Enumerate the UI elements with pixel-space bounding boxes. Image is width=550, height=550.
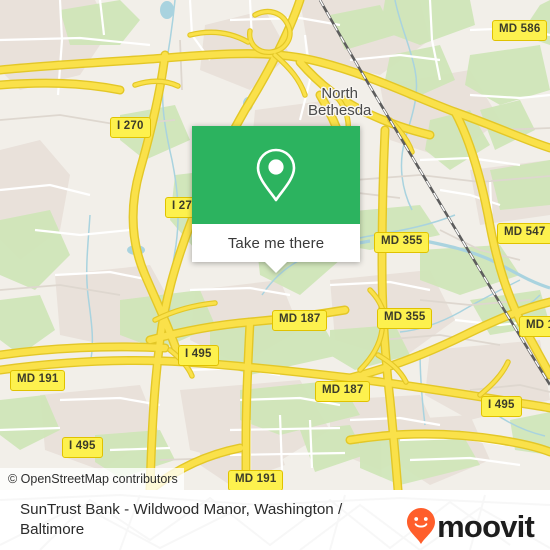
map-canvas[interactable]: MD 586 I 270 I 270 MD 355 MD 547 MD 187 … — [0, 0, 550, 490]
road-shield: I 495 — [62, 437, 103, 458]
road-shield: MD 1 — [519, 316, 550, 337]
osm-attribution[interactable]: © OpenStreetMap contributors — [0, 468, 184, 490]
osm-attribution-text: © OpenStreetMap contributors — [8, 472, 178, 486]
map-screenshot: MD 586 I 270 I 270 MD 355 MD 547 MD 187 … — [0, 0, 550, 550]
road-shield: MD 586 — [492, 20, 548, 41]
map-popup-card[interactable]: Take me there — [192, 126, 360, 273]
road-shield: I 270 — [110, 117, 151, 138]
popup-pointer-tail — [265, 262, 287, 273]
road-shield: MD 187 — [272, 310, 328, 331]
road-shield: MD 191 — [10, 370, 66, 391]
footer-bar: SunTrust Bank - Wildwood Manor, Washingt… — [0, 490, 550, 550]
moovit-pin-smile-icon — [407, 508, 436, 544]
take-me-there-label: Take me there — [227, 234, 325, 252]
road-shield: MD 355 — [377, 308, 433, 329]
road-shield: MD 191 — [228, 470, 284, 490]
road-shield: MD 547 — [497, 223, 550, 244]
road-shield: MD 355 — [374, 232, 430, 253]
road-shield: I 495 — [178, 345, 219, 366]
road-shield: I 495 — [481, 396, 522, 417]
place-label-north-bethesda: North Bethesda — [308, 85, 372, 120]
place-label-line2: Bethesda — [308, 101, 372, 119]
map-pin-icon — [256, 148, 296, 202]
popup-header — [192, 126, 360, 224]
place-label-line1: North — [321, 85, 359, 102]
road-shield: MD 187 — [315, 381, 371, 402]
place-title: SunTrust Bank - Wildwood Manor, Washingt… — [20, 500, 343, 538]
moovit-wordmark: moovit — [437, 508, 535, 544]
popup-action-bar[interactable]: Take me there — [192, 224, 360, 273]
moovit-logo[interactable]: moovit — [406, 507, 535, 545]
